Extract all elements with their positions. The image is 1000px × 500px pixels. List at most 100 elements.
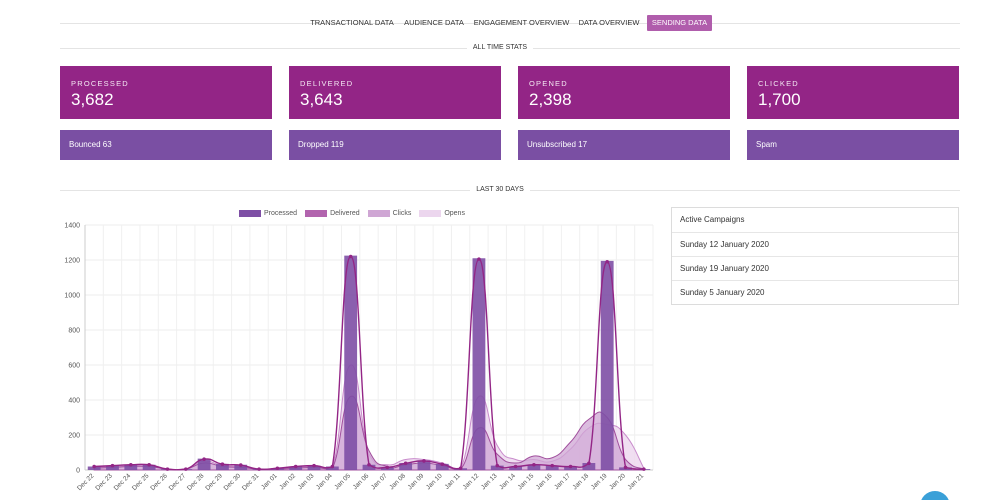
dropped-card: Dropped 119 bbox=[289, 130, 501, 160]
sending-chart: Processed Delivered Clicks Opens 0 200 400… bbox=[55, 205, 660, 500]
x-tick-label: Jan 20 bbox=[608, 472, 627, 491]
spam-card: Spam bbox=[747, 130, 959, 160]
x-tick-label: Jan 17 bbox=[553, 472, 572, 491]
point-delivered bbox=[422, 459, 426, 463]
x-tick-label: Jan 21 bbox=[626, 472, 645, 491]
point-delivered bbox=[532, 462, 536, 467]
clicked-label: Clicked bbox=[758, 79, 799, 88]
y-tick-label: 600 bbox=[68, 363, 80, 370]
legend-clicks[interactable]: Clicks bbox=[367, 210, 412, 217]
legend-delivered[interactable]: Delivered bbox=[305, 210, 360, 217]
tab-bar: Transactional Data Audience Data Engagem… bbox=[0, 15, 1000, 33]
point-delivered bbox=[220, 462, 225, 467]
x-tick-label: Jan 04 bbox=[315, 472, 334, 491]
point-delivered bbox=[202, 457, 206, 461]
y-tick-label: 1400 bbox=[64, 223, 80, 230]
y-tick-label: 200 bbox=[68, 433, 80, 440]
chart-canvas: 0200400600800100012001400Dec 22Dec 23Dec… bbox=[64, 223, 654, 492]
point-delivered bbox=[568, 464, 573, 469]
point-delivered bbox=[495, 463, 500, 468]
chart-legend: Processed Delivered Clicks Opens bbox=[239, 210, 465, 217]
x-tick-label: Jan 01 bbox=[260, 472, 279, 491]
bar-processed bbox=[472, 258, 486, 470]
x-tick-label: Jan 19 bbox=[590, 472, 609, 491]
last-30-days-title: Last 30 days bbox=[0, 186, 1000, 193]
y-tick-label: 1200 bbox=[64, 258, 80, 265]
point-delivered bbox=[367, 462, 371, 467]
x-tick-label: Jan 18 bbox=[572, 472, 591, 491]
point-delivered bbox=[477, 257, 481, 261]
point-delivered bbox=[238, 463, 243, 467]
x-tick-label: Dec 30 bbox=[223, 472, 243, 492]
campaign-item[interactable]: Sunday 5 January 2020 bbox=[672, 280, 958, 304]
point-delivered bbox=[403, 461, 408, 466]
point-delivered bbox=[293, 464, 298, 469]
point-delivered bbox=[330, 464, 335, 469]
x-tick-label: Jan 05 bbox=[333, 472, 352, 491]
x-tick-label: Dec 28 bbox=[186, 472, 206, 492]
x-tick-label: Jan 10 bbox=[425, 472, 444, 491]
legend-processed-label: Processed bbox=[264, 210, 298, 217]
point-delivered bbox=[348, 254, 353, 259]
x-tick-label: Dec 25 bbox=[131, 472, 151, 492]
legend-opens[interactable]: Opens bbox=[419, 210, 465, 217]
point-delivered bbox=[129, 462, 133, 467]
processed-label: Processed bbox=[71, 79, 129, 88]
point-delivered bbox=[165, 467, 170, 471]
x-tick-label: Dec 29 bbox=[204, 472, 224, 492]
legend-opens-label: Opens bbox=[444, 210, 465, 217]
tab-engagement-overview[interactable]: Engagement Overview bbox=[473, 15, 570, 31]
opened-card: Opened 2,398 bbox=[518, 66, 730, 119]
x-tick-label: Jan 11 bbox=[444, 472, 463, 491]
point-delivered bbox=[513, 464, 518, 469]
x-tick-label: Jan 14 bbox=[498, 472, 517, 491]
y-tick-label: 1000 bbox=[64, 293, 80, 300]
point-delivered bbox=[642, 467, 646, 471]
point-delivered bbox=[147, 462, 151, 467]
legend-delivered-label: Delivered bbox=[330, 210, 360, 217]
x-tick-label: Dec 26 bbox=[149, 472, 169, 492]
point-delivered bbox=[183, 467, 188, 471]
legend-processed-swatch bbox=[239, 210, 261, 217]
x-tick-label: Jan 06 bbox=[352, 472, 371, 491]
delivered-value: 3,643 bbox=[300, 90, 343, 109]
tab-data-overview[interactable]: Data Overview bbox=[577, 15, 641, 31]
bar-processed bbox=[344, 255, 358, 470]
y-tick-label: 800 bbox=[68, 328, 80, 335]
point-delivered bbox=[385, 465, 390, 470]
active-campaigns-header: Active Campaigns bbox=[680, 215, 745, 224]
help-chat-icon[interactable] bbox=[920, 491, 950, 500]
point-delivered bbox=[92, 464, 96, 469]
point-delivered bbox=[275, 466, 280, 471]
point-delivered bbox=[440, 462, 445, 467]
campaign-item[interactable]: Sunday 19 January 2020 bbox=[672, 256, 958, 280]
bounced-card: Bounced 63 bbox=[60, 130, 272, 160]
clicked-value: 1,700 bbox=[758, 90, 801, 109]
point-delivered bbox=[550, 463, 555, 468]
campaign-item[interactable]: Sunday 12 January 2020 bbox=[672, 232, 958, 256]
x-tick-label: Jan 12 bbox=[462, 472, 481, 491]
opened-label: Opened bbox=[529, 79, 568, 88]
processed-card: Processed 3,682 bbox=[60, 66, 272, 119]
point-delivered bbox=[312, 463, 316, 468]
legend-opens-swatch bbox=[419, 210, 442, 217]
opened-value: 2,398 bbox=[529, 90, 572, 109]
x-tick-label: Jan 13 bbox=[480, 472, 499, 491]
x-tick-label: Dec 27 bbox=[168, 472, 188, 492]
y-tick-label: 400 bbox=[68, 398, 80, 405]
tab-sending-data[interactable]: Sending Data bbox=[647, 15, 712, 31]
tab-transactional-data[interactable]: Transactional Data bbox=[308, 15, 396, 31]
point-delivered bbox=[458, 466, 463, 471]
x-tick-label: Jan 03 bbox=[297, 472, 316, 491]
x-tick-label: Dec 31 bbox=[241, 472, 261, 492]
legend-processed[interactable]: Processed bbox=[239, 210, 297, 217]
x-tick-label: Jan 16 bbox=[535, 472, 554, 491]
x-tick-label: Dec 23 bbox=[94, 472, 114, 492]
point-delivered bbox=[623, 465, 628, 470]
tab-audience-data[interactable]: Audience Data bbox=[402, 15, 466, 31]
x-tick-label: Jan 02 bbox=[278, 472, 297, 491]
legend-clicks-swatch bbox=[367, 210, 390, 217]
legend-clicks-label: Clicks bbox=[392, 210, 412, 217]
x-tick-label: Jan 08 bbox=[388, 472, 407, 491]
unsubscribed-card: Unsubscribed 17 bbox=[518, 130, 730, 160]
